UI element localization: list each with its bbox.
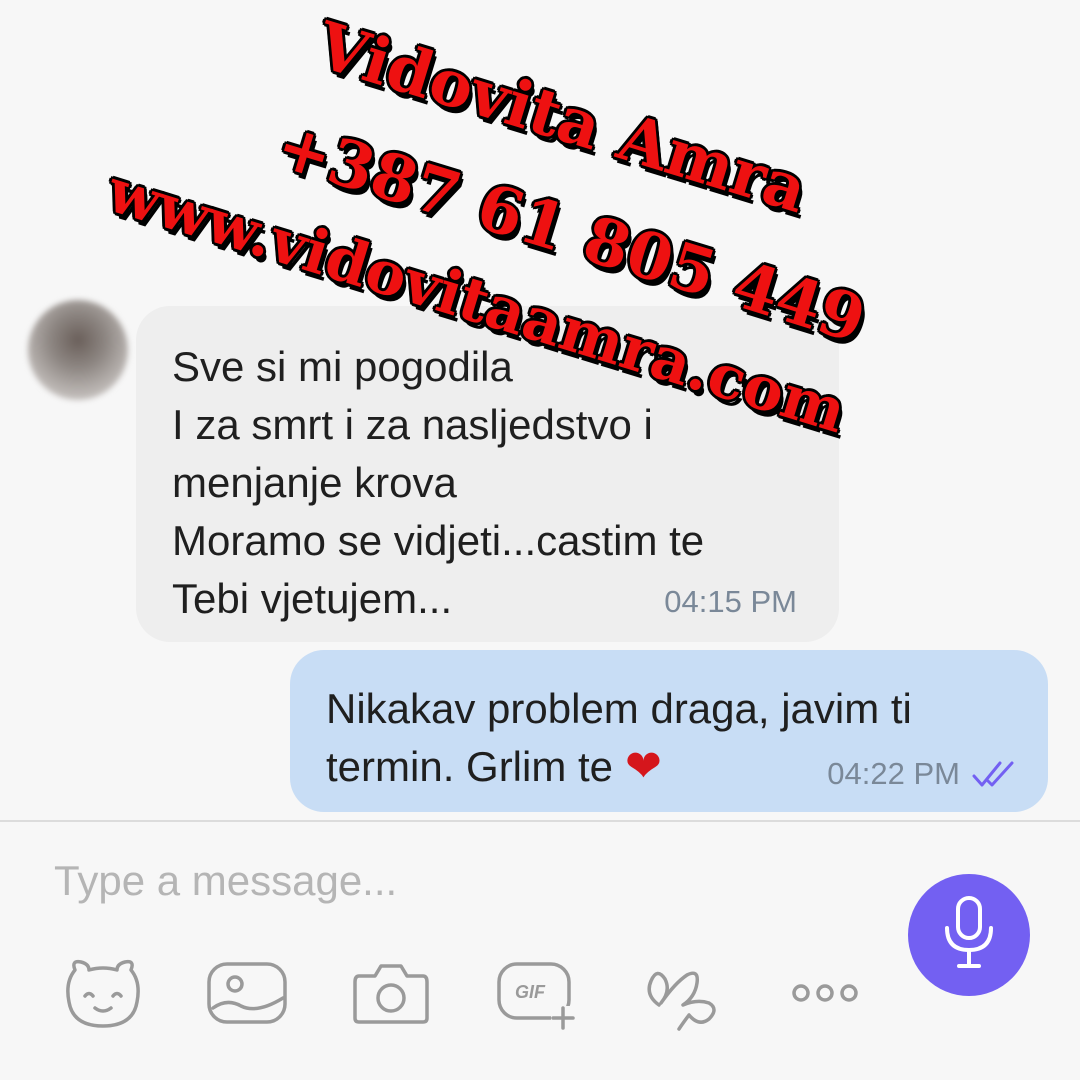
message-line: termin. Grlim te <box>326 743 614 790</box>
incoming-message-bubble[interactable]: Sve si mi pogodila I za smrt i za naslje… <box>136 306 839 642</box>
message-line: menjanje krova <box>172 459 457 506</box>
gif-icon[interactable]: GIF <box>492 948 582 1038</box>
message-input[interactable] <box>52 852 856 910</box>
outgoing-message-time: 04:22 PM <box>827 756 960 791</box>
sticker-icon[interactable] <box>58 948 148 1038</box>
message-line: I za smrt i za nasljedstvo i <box>172 401 653 448</box>
doodle-icon[interactable] <box>636 948 726 1038</box>
message-line: Moramo se vidjeti...castim te <box>172 517 705 564</box>
voice-message-button[interactable] <box>908 874 1030 996</box>
message-line: Sve si mi pogodila <box>172 343 513 390</box>
heart-emoji: ❤ <box>625 742 662 791</box>
message-line: Nikakav problem draga, javim ti <box>326 685 912 732</box>
message-composer: GIF <box>0 822 1080 1080</box>
gif-label: GIF <box>515 982 546 1002</box>
microphone-icon <box>939 894 999 977</box>
contact-avatar[interactable] <box>28 300 128 400</box>
double-check-icon <box>972 759 1018 789</box>
gallery-icon[interactable] <box>202 948 292 1038</box>
more-icon[interactable] <box>780 948 870 1038</box>
incoming-message-time: 04:15 PM <box>664 584 797 619</box>
camera-icon[interactable] <box>346 948 436 1038</box>
outgoing-message-meta: 04:22 PM <box>827 756 1018 792</box>
outgoing-message-bubble[interactable]: Nikakav problem draga, javim ti termin. … <box>290 650 1048 812</box>
chat-area: Sve si mi pogodila I za smrt i za naslje… <box>0 0 1080 820</box>
